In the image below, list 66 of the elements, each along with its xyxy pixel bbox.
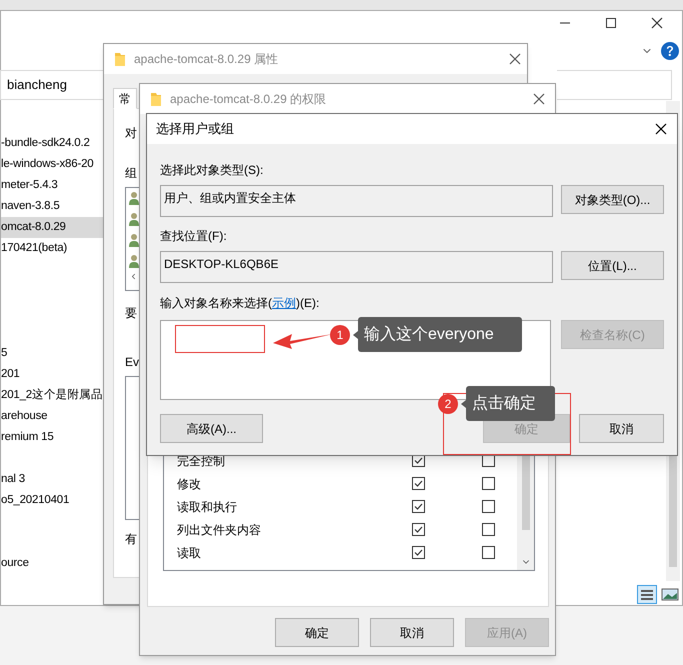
close-icon[interactable] xyxy=(655,123,667,135)
checkbox[interactable] xyxy=(482,477,495,490)
readonly-field: DESKTOP-KL6QB6E xyxy=(160,251,553,283)
field-label: 查找位置(F): xyxy=(160,228,227,245)
file-item[interactable]: 5 xyxy=(1,343,103,364)
scroll-left-icon[interactable] xyxy=(129,272,138,281)
user-icon xyxy=(129,212,139,226)
label-fragment: 对 xyxy=(125,125,137,142)
checkbox[interactable] xyxy=(412,546,425,559)
file-item[interactable]: remium 15 xyxy=(1,427,103,448)
file-item[interactable]: 170421(beta) xyxy=(1,238,103,259)
readonly-field: 用户、组或内置安全主体 xyxy=(160,185,553,217)
dialog-button[interactable]: 确定 xyxy=(275,618,359,647)
checkbox[interactable] xyxy=(482,500,495,513)
checkbox[interactable] xyxy=(412,500,425,513)
folder-icon xyxy=(114,51,126,67)
checkbox[interactable] xyxy=(412,523,425,536)
user-icon xyxy=(129,233,139,247)
dialog-button[interactable]: 取消 xyxy=(579,414,664,443)
label-fragment: 要 xyxy=(125,305,137,322)
file-item[interactable]: meter-5.4.3 xyxy=(1,175,103,196)
details-view-icon[interactable] xyxy=(637,585,657,604)
file-item[interactable]: arehouse xyxy=(1,406,103,427)
maximize-icon[interactable] xyxy=(605,17,617,29)
dialog-button[interactable]: 对象类型(O)... xyxy=(561,185,664,214)
label-fragment: 组 xyxy=(125,165,137,182)
permission-name: 完全控制 xyxy=(177,452,226,470)
dialog-button[interactable]: 高级(A)... xyxy=(160,414,263,443)
checkbox[interactable] xyxy=(412,477,425,490)
pointer-triangle-icon xyxy=(353,330,358,338)
file-item[interactable]: 201_2这个是附属品 xyxy=(1,385,103,406)
tab[interactable]: 常 xyxy=(113,88,137,109)
dialog-title: 选择用户或组 xyxy=(156,120,234,138)
window-title: apache-tomcat-8.0.29 属性 xyxy=(134,51,278,68)
checkbox[interactable] xyxy=(482,523,495,536)
file-item[interactable]: nal 3 xyxy=(1,469,103,490)
label-fragment: 有 xyxy=(125,531,137,548)
file-item[interactable]: -bundle-sdk24.0.2 xyxy=(1,133,103,154)
user-icon xyxy=(129,191,139,205)
file-item[interactable]: ource xyxy=(1,553,103,574)
pointer-triangle-icon xyxy=(461,400,466,408)
file-item[interactable]: le-windows-x86-20 xyxy=(1,154,103,175)
window-title: apache-tomcat-8.0.29 的权限 xyxy=(170,91,326,108)
file-item[interactable]: 201 xyxy=(1,364,103,385)
close-icon[interactable] xyxy=(533,93,545,105)
checkbox[interactable] xyxy=(482,546,495,559)
tooltip: 输入这个everyone xyxy=(358,317,522,352)
tooltip: 点击确定 xyxy=(466,386,555,421)
close-icon[interactable] xyxy=(509,53,521,65)
close-icon[interactable] xyxy=(651,17,663,29)
user-icon xyxy=(129,254,139,268)
folder-icon xyxy=(150,91,162,107)
example-link[interactable]: 示例 xyxy=(272,296,296,310)
permission-name: 读取和执行 xyxy=(177,498,238,516)
file-item[interactable]: omcat-8.0.29 xyxy=(1,217,103,238)
label-fragment: Ev xyxy=(125,354,140,371)
dialog-button[interactable]: 取消 xyxy=(370,618,454,647)
permission-name: 列出文件夹内容 xyxy=(177,522,262,538)
field-label: 输入对象名称来选择(示例)(E): xyxy=(160,295,320,312)
dialog-button[interactable]: 位置(L)... xyxy=(561,251,664,280)
help-icon[interactable] xyxy=(661,42,679,60)
permission-name: 读取 xyxy=(177,544,202,562)
file-item[interactable]: o5_20210401 xyxy=(1,490,103,511)
file-item[interactable]: naven-3.8.5 xyxy=(1,196,103,217)
field-label: 选择此对象类型(S): xyxy=(160,162,264,179)
permission-name: 修改 xyxy=(177,476,202,492)
